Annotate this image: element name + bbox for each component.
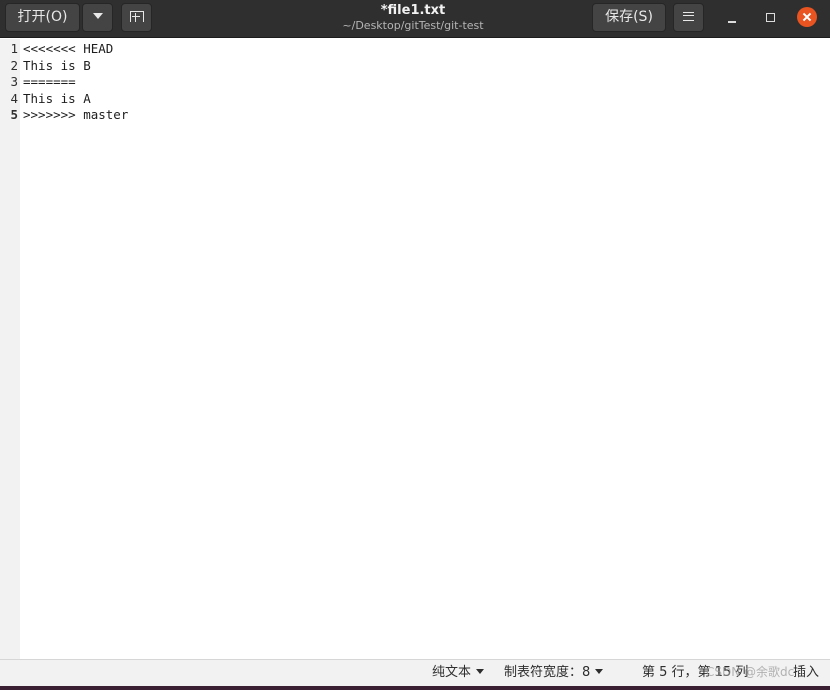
watermark-text: CSDN @余歌dc bbox=[706, 665, 795, 679]
window-title: *file1.txt bbox=[380, 3, 446, 18]
open-recent-dropdown-button[interactable] bbox=[82, 3, 113, 32]
tab-width-selector[interactable]: 制表符宽度：8 bbox=[504, 665, 604, 681]
chevron-down-icon bbox=[595, 669, 604, 674]
text-line[interactable]: This is B bbox=[23, 58, 91, 75]
new-tab-icon bbox=[129, 10, 144, 22]
close-icon[interactable] bbox=[797, 7, 817, 27]
open-button[interactable]: 打开(O) bbox=[5, 3, 80, 32]
hamburger-menu-icon bbox=[683, 11, 694, 21]
save-button[interactable]: 保存(S) bbox=[592, 3, 666, 32]
language-label: 纯文本 bbox=[432, 665, 472, 680]
line-number: 3 bbox=[10, 74, 18, 89]
chevron-down-icon bbox=[476, 669, 485, 674]
text-line[interactable]: ======= bbox=[23, 74, 76, 91]
maximize-icon[interactable] bbox=[762, 9, 778, 25]
text-line[interactable]: This is A bbox=[23, 91, 91, 108]
language-selector[interactable]: 纯文本 bbox=[432, 665, 485, 681]
file-path: ~/Desktop/gitTest/git-test bbox=[342, 19, 484, 32]
chevron-down-icon bbox=[92, 13, 103, 19]
text-editor-window: 打开(O) *file1.txt ~/Desktop/gitTest/git-t… bbox=[0, 0, 830, 686]
line-number-gutter: 1 2 3 4 5 bbox=[0, 39, 20, 659]
line-number: 2 bbox=[10, 57, 18, 73]
text-line-current[interactable]: >>>>>>> master bbox=[23, 107, 128, 124]
window-title-block: *file1.txt ~/Desktop/gitTest/git-test bbox=[300, 3, 526, 33]
line-number: 4 bbox=[10, 90, 18, 106]
minimize-icon[interactable] bbox=[727, 11, 739, 25]
insert-mode-indicator[interactable]: 插入 bbox=[793, 665, 819, 681]
line-number: 1 bbox=[10, 41, 18, 56]
menu-button[interactable] bbox=[673, 3, 704, 32]
text-editing-area[interactable]: <<<<<<< HEAD This is B ======= This is A… bbox=[20, 39, 830, 659]
tab-width-label: 制表符宽度：8 bbox=[504, 665, 591, 680]
desktop-background bbox=[0, 686, 830, 690]
line-number-current: 5 bbox=[10, 107, 18, 122]
header-bar: 打开(O) *file1.txt ~/Desktop/gitTest/git-t… bbox=[0, 0, 830, 38]
text-line[interactable]: <<<<<<< HEAD bbox=[23, 41, 113, 58]
new-tab-button[interactable] bbox=[121, 3, 152, 32]
